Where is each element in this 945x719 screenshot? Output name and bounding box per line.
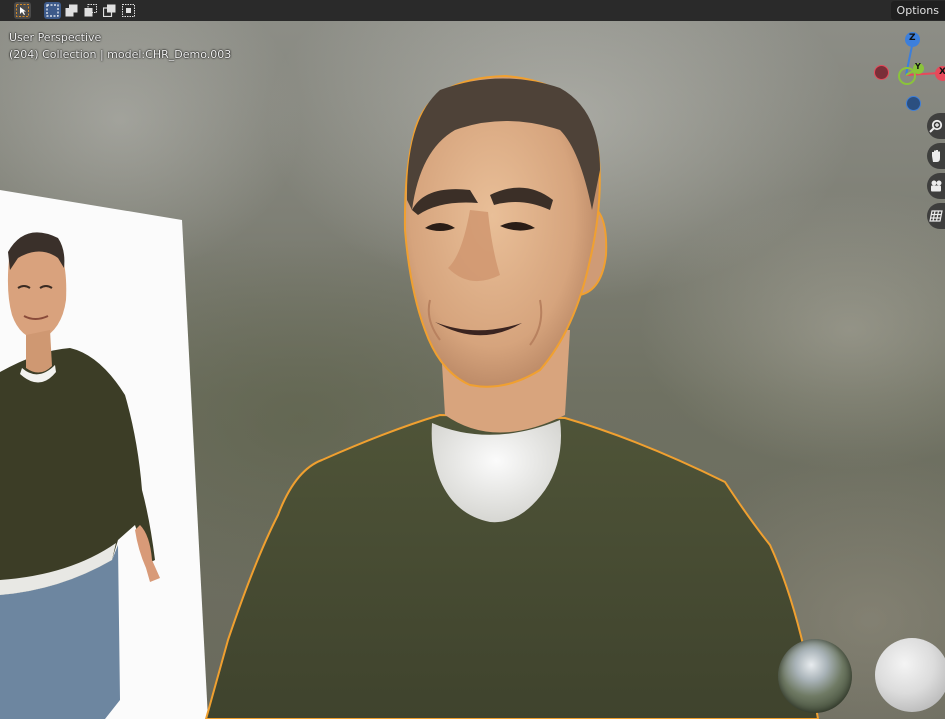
- select-box-extend-icon: [65, 4, 78, 17]
- select-box-intersect-button[interactable]: [120, 2, 137, 19]
- navigation-gizmo[interactable]: Z Y X: [868, 30, 945, 115]
- select-cursor-icon: [16, 4, 29, 17]
- gizmo-neg-x-dot[interactable]: [874, 65, 889, 80]
- collection-info-label: (204) Collection | model:CHR_Demo.003: [9, 48, 232, 61]
- select-box-new-button[interactable]: [44, 2, 61, 19]
- select-box-intersect-icon: [122, 4, 135, 17]
- camera-icon: [929, 179, 943, 193]
- select-box-invert-icon: [103, 4, 116, 17]
- select-box-extend-button[interactable]: [63, 2, 80, 19]
- gizmo-x-label: X: [939, 67, 945, 77]
- select-box-invert-button[interactable]: [101, 2, 118, 19]
- select-box-new-icon: [46, 4, 59, 17]
- viewport-header: Options: [0, 0, 945, 21]
- select-box-subtract-icon: [84, 4, 97, 17]
- pan-hand-icon: [929, 149, 943, 163]
- character-model[interactable]: [0, 0, 945, 719]
- options-dropdown[interactable]: Options: [890, 1, 945, 20]
- select-tool-button[interactable]: [14, 2, 31, 19]
- studio-preview-sphere[interactable]: [875, 638, 945, 712]
- hdri-preview-sphere[interactable]: [778, 639, 852, 713]
- gizmo-z-label: Z: [909, 33, 916, 43]
- gizmo-neg-z-dot[interactable]: [906, 96, 921, 111]
- gizmo-y-label: Y: [915, 62, 921, 71]
- ortho-grid-icon: [929, 209, 943, 223]
- 3d-viewport[interactable]: User Perspective (204) Collection | mode…: [0, 0, 945, 719]
- zoom-icon: [929, 119, 943, 133]
- view-perspective-label: User Perspective: [9, 31, 102, 44]
- select-box-subtract-button[interactable]: [82, 2, 99, 19]
